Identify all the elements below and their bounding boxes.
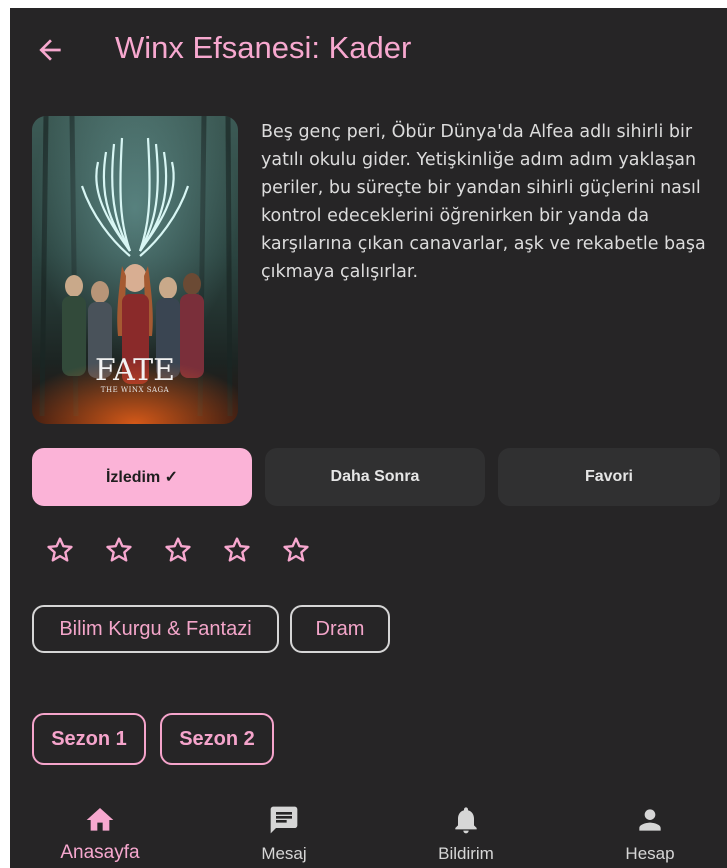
nav-item-notifications[interactable]: Bildirim — [396, 794, 536, 868]
genre-chip[interactable]: Bilim Kurgu & Fantazi — [32, 605, 279, 653]
watched-button-label: İzledim ✓ — [105, 469, 179, 486]
movie-poster: FATE THE WINX SAGA — [32, 116, 238, 424]
star-3-icon[interactable] — [162, 534, 194, 566]
nav-item-message[interactable]: Mesaj — [214, 794, 354, 868]
poster-subtitle: THE WINX SAGA — [101, 386, 170, 394]
nav-label-account: Hesap — [625, 844, 675, 863]
nav-item-account[interactable]: Hesap — [580, 794, 720, 868]
arrow-left-icon[interactable] — [34, 34, 66, 66]
star-2-icon[interactable] — [103, 534, 135, 566]
season-label: Sezon 1 — [51, 727, 127, 750]
favorite-button-label: Favori — [584, 468, 633, 485]
person-icon — [639, 809, 661, 831]
message-icon — [270, 806, 298, 834]
favorite-button[interactable]: Favori — [498, 448, 720, 506]
season-2-button[interactable]: Sezon 2 — [160, 713, 274, 765]
nav-label-message: Mesaj — [261, 844, 307, 863]
watched-button[interactable]: İzledim ✓ — [32, 448, 252, 506]
genre-chip[interactable]: Dram — [290, 605, 390, 653]
nav-item-home[interactable]: Anasayfa — [30, 794, 170, 868]
poster-artwork: FATE THE WINX SAGA — [32, 116, 238, 424]
bottom-navigation: Anasayfa Mesaj Bildirim Hesap — [10, 794, 727, 868]
movie-description: Beş genç peri, Öbür Dünya'da Alfea adlı … — [261, 122, 706, 282]
app-bar: Winx Efsanesi: Kader — [10, 8, 727, 98]
star-4-icon[interactable] — [221, 534, 253, 566]
watch-later-button[interactable]: Daha Sonra — [265, 448, 485, 506]
bell-icon — [455, 807, 477, 834]
star-5-icon[interactable] — [280, 534, 312, 566]
movie-detail-screen: Winx Efsanesi: Kader FATE THE WINX SAGA … — [10, 8, 727, 868]
watch-later-button-label: Daha Sonra — [330, 468, 420, 485]
nav-label-notifications: Bildirim — [438, 844, 494, 863]
star-1-icon[interactable] — [44, 534, 76, 566]
season-label: Sezon 2 — [179, 727, 255, 750]
genre-chip-label: Bilim Kurgu & Fantazi — [59, 617, 252, 640]
poster-title: FATE — [95, 353, 175, 388]
season-1-button[interactable]: Sezon 1 — [32, 713, 146, 765]
genre-chip-label: Dram — [315, 617, 365, 640]
nav-label-home: Anasayfa — [60, 842, 140, 863]
home-icon — [86, 808, 114, 831]
page-title: Winx Efsanesi: Kader — [115, 30, 412, 65]
